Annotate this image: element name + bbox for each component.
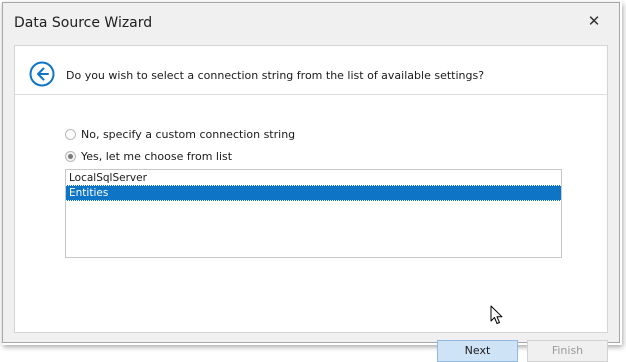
finish-button[interactable]: Finish — [527, 340, 608, 362]
title-bar: Data Source Wizard ✕ — [3, 3, 619, 41]
wizard-page: Do you wish to select a connection strin… — [14, 45, 608, 362]
list-item-entities[interactable]: Entities — [66, 185, 561, 201]
list-item-localsqlserver[interactable]: LocalSqlServer — [66, 171, 561, 185]
radio-custom-connection-string[interactable]: No, specify a custom connection string — [65, 127, 295, 141]
connection-list[interactable]: LocalSqlServer Entities — [65, 169, 562, 258]
close-icon: ✕ — [587, 12, 601, 30]
radio-unchecked-icon — [65, 128, 76, 140]
back-button[interactable] — [29, 61, 55, 87]
radio-checked-icon — [65, 150, 76, 162]
window-title: Data Source Wizard — [14, 15, 153, 31]
close-button[interactable]: ✕ — [587, 12, 601, 30]
wizard-question: Do you wish to select a connection strin… — [66, 69, 485, 82]
radio-choose-from-list[interactable]: Yes, let me choose from list — [65, 149, 232, 163]
radio-label-custom: No, specify a custom connection string — [81, 127, 296, 141]
radio-label-choose: Yes, let me choose from list — [81, 149, 233, 163]
data-source-wizard-dialog: Data Source Wizard ✕ Do you wish to sele… — [2, 2, 620, 362]
next-button[interactable]: Next — [437, 340, 518, 362]
wizard-header: Do you wish to select a connection strin… — [15, 46, 607, 95]
